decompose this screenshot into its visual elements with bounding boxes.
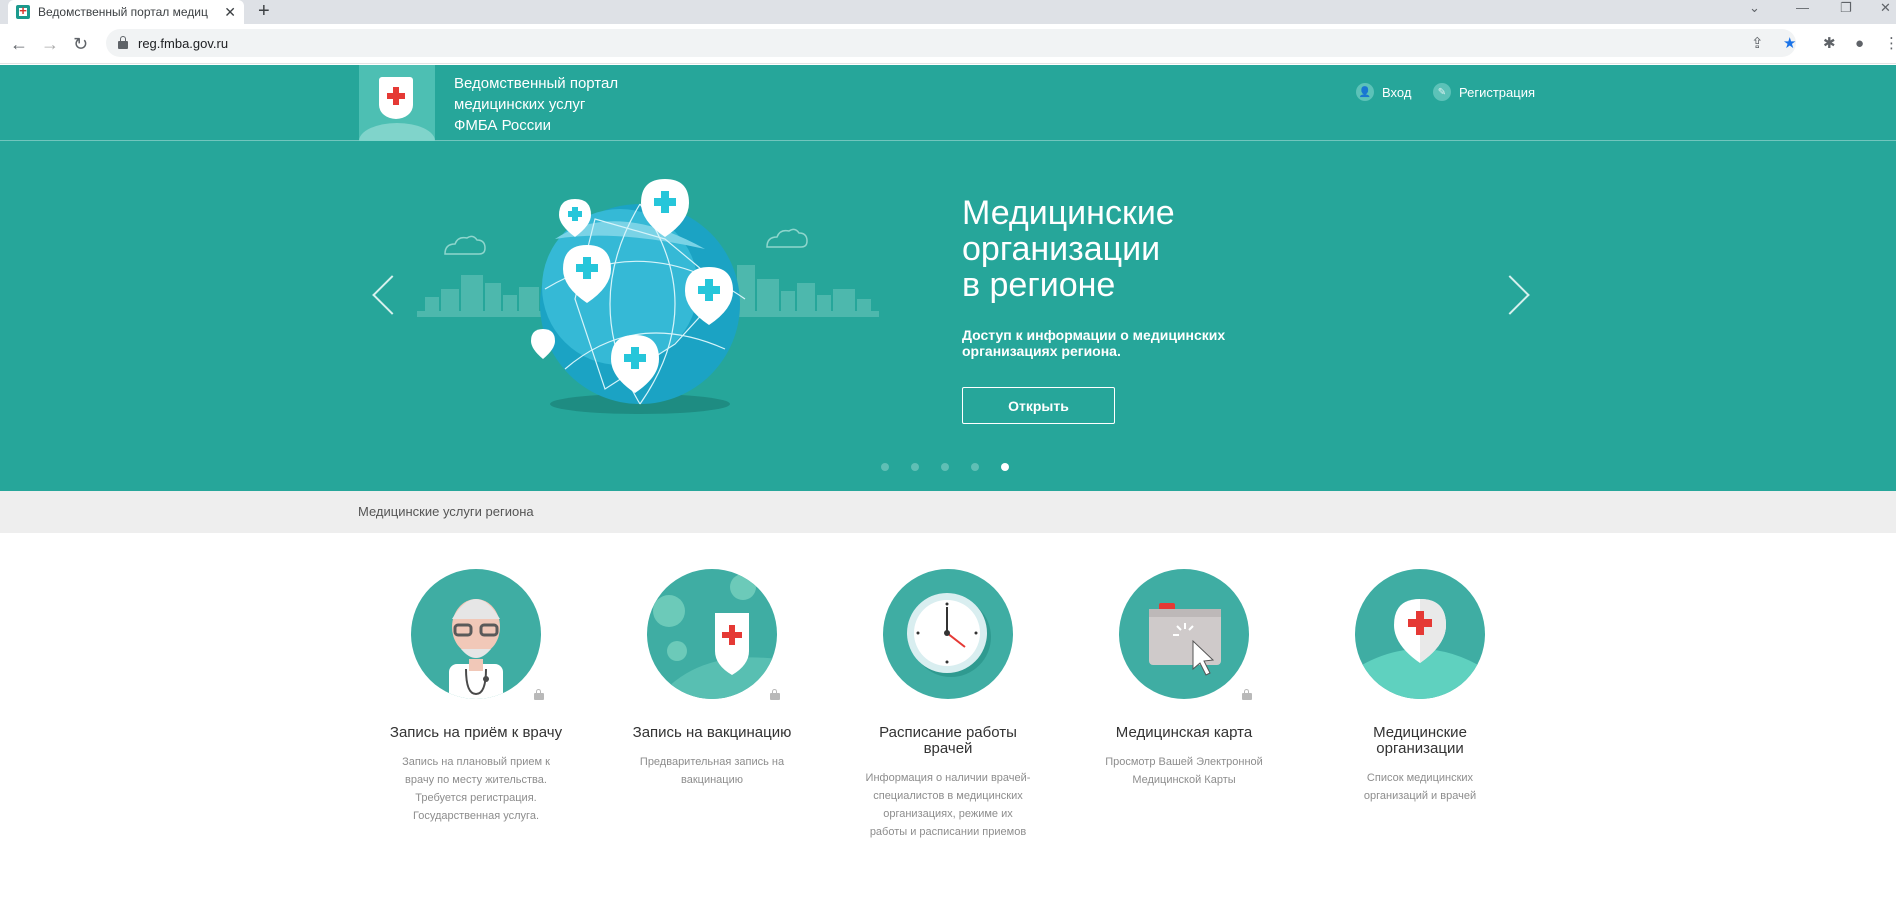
service-description: Информация о наличии врачей-специалистов… <box>865 772 1031 838</box>
bookmark-star-icon[interactable]: ★ <box>1783 36 1796 52</box>
service-title: Медицинские организации <box>1373 724 1467 757</box>
shield-cross-icon <box>379 77 413 119</box>
tab-title: Ведомственный портал медиц <box>38 5 208 19</box>
minimize-icon[interactable]: — <box>1796 0 1809 18</box>
slider-dot-3[interactable] <box>941 463 949 471</box>
section-header: Медицинские услуги региона <box>0 491 1896 533</box>
pencil-icon: ✎ <box>1433 83 1451 101</box>
lock-icon <box>118 36 128 49</box>
share-icon[interactable]: ⇪ <box>1751 36 1764 52</box>
slider-dot-5[interactable] <box>1001 463 1009 471</box>
lock-icon <box>770 689 780 700</box>
login-link[interactable]: 👤 Вход <box>1356 83 1411 101</box>
restore-icon[interactable]: ❐ <box>1840 0 1852 18</box>
service-doctor-appointment[interactable]: Запись на приём к врачу Запись на планов… <box>386 569 566 825</box>
hero-description: Доступ к информации о медицинских органи… <box>962 327 1226 359</box>
profile-icon[interactable]: ● <box>1855 36 1864 52</box>
user-icon: 👤 <box>1356 83 1374 101</box>
register-link[interactable]: ✎ Регистрация <box>1433 83 1535 101</box>
service-description: Запись на плановый прием к врачу по мест… <box>402 756 550 822</box>
clock-icon <box>883 569 1013 699</box>
globe-network-illustration <box>417 179 879 414</box>
address-bar[interactable]: reg.fmba.gov.ru <box>106 29 1796 57</box>
service-title: Запись на вакцинацию <box>632 724 792 741</box>
doctor-icon <box>411 569 541 699</box>
slider-next-arrow-icon[interactable] <box>1490 275 1530 315</box>
medical-card-icon <box>1119 569 1249 699</box>
vaccination-icon <box>647 569 777 699</box>
browser-toolbar: ← → ↻ reg.fmba.gov.ru ⇪ ★ ✱ ● ⋮ <box>0 24 1896 64</box>
extensions-icon[interactable]: ✱ <box>1823 36 1836 52</box>
slider-dot-1[interactable] <box>881 463 889 471</box>
new-tab-icon[interactable]: + <box>258 1 270 21</box>
back-icon[interactable]: ← <box>10 34 28 54</box>
services-grid: Запись на приём к врачу Запись на планов… <box>0 533 1896 853</box>
map-pin-icon <box>1355 569 1485 699</box>
service-vaccination[interactable]: Запись на вакцинацию Предварительная зап… <box>622 569 802 789</box>
lock-icon <box>1242 689 1252 700</box>
service-doctor-schedule[interactable]: Расписание работы врачей Информация о на… <box>858 569 1038 841</box>
open-button[interactable]: Открыть <box>962 387 1115 424</box>
service-description: Список медицинских организаций и врачей <box>1363 772 1477 802</box>
service-title: Запись на приём к врачу <box>389 724 563 741</box>
section-title: Медицинские услуги региона <box>358 504 534 519</box>
slider-dot-2[interactable] <box>911 463 919 471</box>
tab-close-icon[interactable]: ✕ <box>224 4 236 21</box>
slider-dot-4[interactable] <box>971 463 979 471</box>
slider-dots <box>881 463 1031 471</box>
service-description: Просмотр Вашей Электронной Медицинской К… <box>1105 756 1263 786</box>
service-description: Предварительная запись на вакцинацию <box>639 756 785 786</box>
service-medical-card[interactable]: Медицинская карта Просмотр Вашей Электро… <box>1094 569 1274 789</box>
site-header: Ведомственный портал медицинских услуг Ф… <box>0 65 1896 141</box>
url-text: reg.fmba.gov.ru <box>138 35 229 51</box>
hero-slider: Медицинские организации в регионе Доступ… <box>0 141 1896 491</box>
browser-tab-bar: Ведомственный портал медиц ✕ + ⌄ — ❐ ✕ <box>0 0 1896 24</box>
service-title: Медицинская карта <box>1115 724 1253 741</box>
tab-search-icon[interactable]: ⌄ <box>1749 0 1760 18</box>
logo-ground <box>359 123 435 141</box>
browser-tab[interactable]: Ведомственный портал медиц ✕ <box>8 0 244 24</box>
slider-prev-arrow-icon[interactable] <box>372 275 412 315</box>
hero-title: Медицинские организации в регионе <box>962 194 1175 304</box>
forward-icon[interactable]: → <box>41 34 59 54</box>
portal-logo[interactable] <box>359 65 435 141</box>
lock-icon <box>534 689 544 700</box>
portal-name[interactable]: Ведомственный портал медицинских услуг Ф… <box>454 73 618 136</box>
reload-icon[interactable]: ↻ <box>73 34 88 54</box>
close-window-icon[interactable]: ✕ <box>1880 0 1891 18</box>
site-favicon-icon <box>16 3 30 19</box>
service-title: Расписание работы врачей <box>879 724 1017 757</box>
site: Ведомственный портал медицинских услуг Ф… <box>0 65 1896 853</box>
service-medical-organizations[interactable]: Медицинские организации Список медицинск… <box>1330 569 1510 805</box>
menu-icon[interactable]: ⋮ <box>1884 36 1896 52</box>
